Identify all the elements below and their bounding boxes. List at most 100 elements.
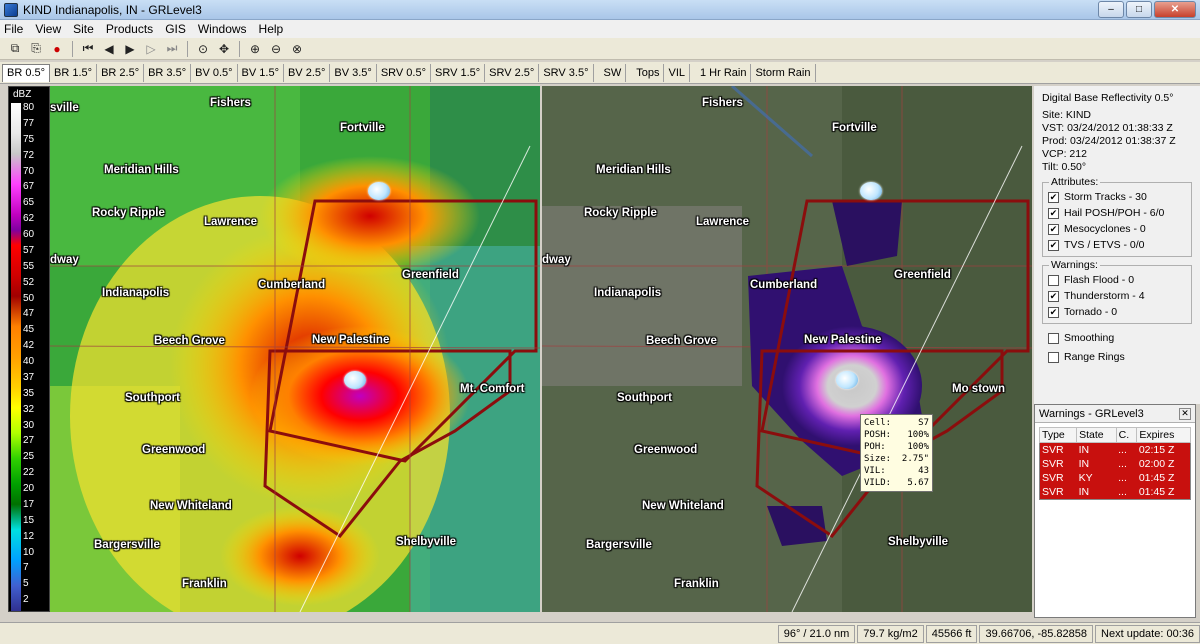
table-cell: IN (1076, 457, 1117, 471)
close-button[interactable]: ✕ (1154, 1, 1196, 18)
hail-icon[interactable] (344, 371, 366, 389)
checkbox-range-rings[interactable]: Range Rings (1042, 349, 1192, 365)
tab-sw[interactable]: SW (600, 63, 627, 82)
legend-label: 77 (23, 117, 35, 129)
checkbox[interactable]: ✔ (1048, 191, 1059, 203)
checkbox[interactable]: ✔ (1048, 223, 1059, 235)
next-frame-icon[interactable]: ▷ (142, 40, 160, 58)
toolbar-separator (239, 40, 240, 57)
radar-map-reflectivity[interactable]: Fishers Fortville Meridian Hills Rocky R… (50, 86, 540, 612)
zoom-out-icon[interactable]: ⊖ (267, 40, 285, 58)
city-label: Mo stown (952, 383, 1006, 395)
record-icon[interactable]: ● (48, 40, 66, 58)
legend-label: 37 (23, 371, 35, 383)
toolbar-separator (187, 40, 188, 57)
legend-color-scale (11, 103, 21, 611)
checkbox-flash-flood[interactable]: Flash Flood - 0 (1048, 272, 1186, 288)
city-label: Shelbyville (888, 536, 949, 548)
table-row[interactable]: SVR IN ... 02:00 Z (1039, 457, 1191, 471)
legend-label: 15 (23, 514, 35, 526)
tab-tops[interactable]: Tops (632, 63, 665, 82)
menu-view[interactable]: View (35, 22, 61, 36)
zoom-in-icon[interactable]: ⊕ (246, 40, 264, 58)
status-next-update: Next update: 00:36 (1095, 624, 1200, 643)
checkbox[interactable] (1048, 351, 1059, 363)
copy-icon[interactable]: ⧉ (6, 40, 24, 58)
menu-gis[interactable]: GIS (165, 22, 186, 36)
last-frame-icon[interactable]: ⏭ (163, 40, 181, 58)
tab-srv-0-5[interactable]: SRV 0.5° (377, 63, 431, 82)
tab-br-2-5[interactable]: BR 2.5° (97, 63, 145, 82)
city-label: Greenwood (142, 444, 206, 456)
tab-1hr-rain[interactable]: 1 Hr Rain (696, 63, 752, 82)
checkbox-thunderstorm[interactable]: ✔ Thunderstorm - 4 (1048, 288, 1186, 304)
prev-frame-icon[interactable]: ◀ (100, 40, 118, 58)
hail-icon[interactable] (368, 182, 390, 200)
tab-br-3-5[interactable]: BR 3.5° (144, 63, 192, 82)
legend-label: 62 (23, 213, 35, 225)
pan-icon[interactable]: ✥ (215, 40, 233, 58)
tab-br-1-5[interactable]: BR 1.5° (50, 63, 98, 82)
table-cell: SVR (1039, 485, 1077, 500)
menu-windows[interactable]: Windows (198, 22, 247, 36)
checkbox-mesocyclones[interactable]: ✔ Mesocyclones - 0 (1048, 221, 1186, 237)
first-frame-icon[interactable]: ⏮ (79, 40, 97, 58)
menu-products[interactable]: Products (106, 22, 153, 36)
close-icon[interactable]: ✕ (1179, 407, 1191, 420)
zoom-icon[interactable]: ⊙ (194, 40, 212, 58)
table-row[interactable]: SVR KY ... 01:45 Z (1039, 471, 1191, 485)
menu-file[interactable]: File (4, 22, 23, 36)
tooltip-value: 100% (907, 442, 929, 452)
checkbox-label: TVS / ETVS - 0/0 (1064, 239, 1145, 251)
play-icon[interactable]: ▶ (121, 40, 139, 58)
city-label: Cumberland (750, 279, 818, 291)
checkbox-tornado[interactable]: ✔ Tornado - 0 (1048, 304, 1186, 320)
menu-site[interactable]: Site (73, 22, 94, 36)
tab-srv-3-5[interactable]: SRV 3.5° (539, 63, 594, 82)
city-label: Southport (125, 392, 180, 404)
column-header[interactable]: Expires (1136, 427, 1191, 443)
column-header[interactable]: C. (1115, 427, 1138, 443)
zoom-reset-icon[interactable]: ⊗ (288, 40, 306, 58)
legend-unit: dBZ (13, 89, 32, 100)
tab-br-0-5[interactable]: BR 0.5° (2, 63, 51, 82)
tab-bv-1-5[interactable]: BV 1.5° (238, 63, 284, 82)
checkbox-storm-tracks[interactable]: ✔ Storm Tracks - 30 (1048, 189, 1186, 205)
checkbox-smoothing[interactable]: Smoothing (1042, 330, 1192, 346)
tooltip-key: Size: (864, 454, 892, 464)
window-controls: – □ ✕ (1098, 1, 1196, 18)
paste-icon[interactable]: ⎘ (27, 40, 45, 58)
table-row[interactable]: SVR IN ... 02:15 Z (1039, 442, 1191, 457)
tab-srv-2-5[interactable]: SRV 2.5° (485, 63, 540, 82)
menu-help[interactable]: Help (259, 22, 284, 36)
tab-bv-2-5[interactable]: BV 2.5° (284, 63, 331, 82)
checkbox[interactable] (1048, 274, 1059, 286)
checkbox[interactable]: ✔ (1048, 290, 1059, 302)
maximize-button[interactable]: □ (1126, 1, 1152, 18)
table-cell: SVR (1039, 471, 1077, 485)
city-label: New Whiteland (642, 500, 724, 512)
radar-map-hail[interactable]: Fishers Fortville Meridian Hills Rocky R… (542, 86, 1032, 612)
checkbox-tvs[interactable]: ✔ TVS / ETVS - 0/0 (1048, 237, 1186, 253)
tab-vil[interactable]: VIL (664, 63, 690, 82)
tab-bv-0-5[interactable]: BV 0.5° (191, 63, 238, 82)
tooltip-value: 5.67 (907, 478, 929, 488)
checkbox[interactable]: ✔ (1048, 207, 1059, 219)
table-row[interactable]: SVR IN ... 01:45 Z (1039, 485, 1191, 500)
checkbox-hail[interactable]: ✔ Hail POSH/POH - 6/0 (1048, 205, 1186, 221)
column-header[interactable]: State (1076, 427, 1117, 443)
column-header[interactable]: Type (1038, 427, 1078, 443)
city-label: Meridian Hills (596, 164, 671, 176)
tab-srv-1-5[interactable]: SRV 1.5° (431, 63, 486, 82)
hail-icon[interactable] (860, 182, 882, 200)
minimize-button[interactable]: – (1098, 1, 1124, 18)
legend-label: 60 (23, 229, 35, 240)
attributes-label: Attributes: (1049, 176, 1101, 188)
tab-storm-rain[interactable]: Storm Rain (751, 63, 816, 82)
checkbox[interactable]: ✔ (1048, 306, 1059, 318)
tab-bv-3-5[interactable]: BV 3.5° (330, 63, 377, 82)
checkbox[interactable] (1048, 332, 1059, 344)
hail-icon[interactable] (836, 371, 858, 389)
checkbox[interactable]: ✔ (1048, 239, 1059, 251)
legend-label: 52 (23, 276, 35, 288)
